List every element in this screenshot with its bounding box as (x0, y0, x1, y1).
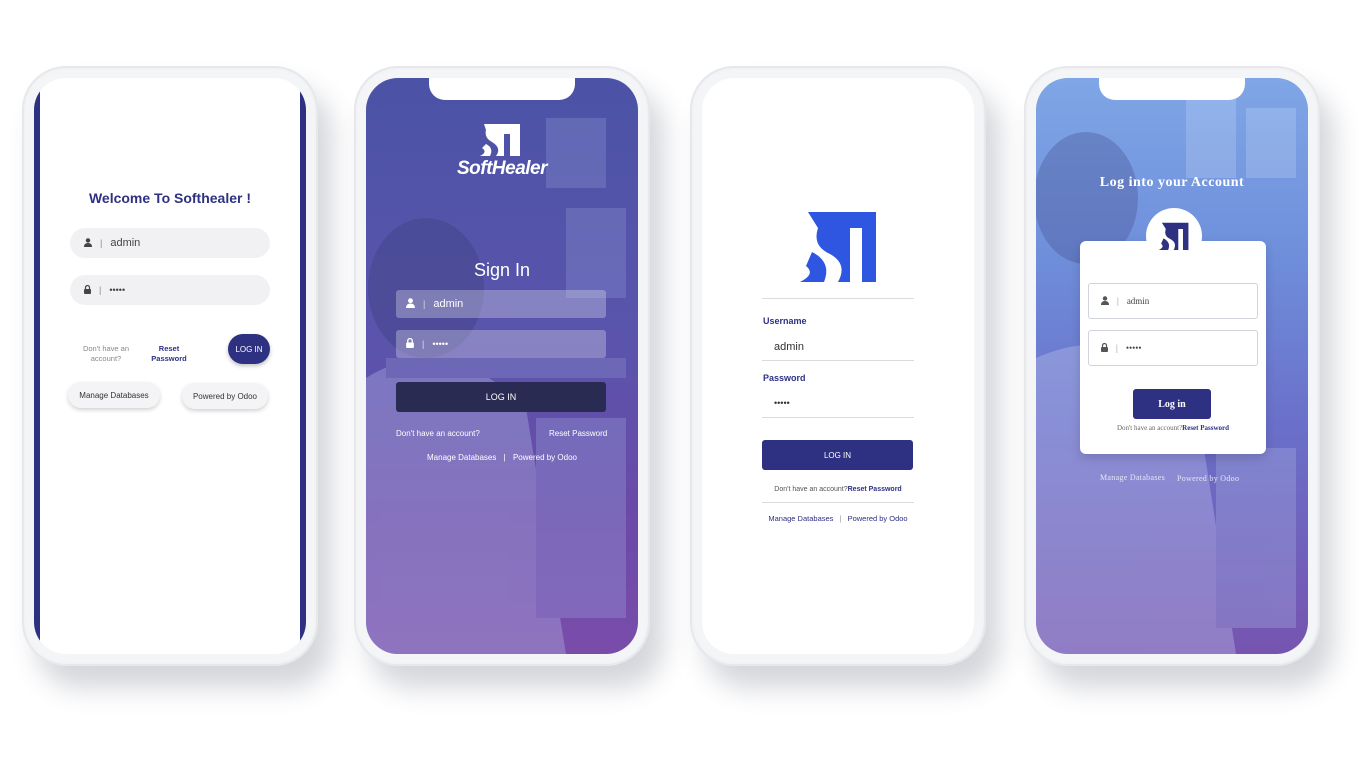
account-links: Don't have an account?Reset Password (1080, 424, 1266, 432)
separator: | (100, 238, 103, 248)
no-account-link[interactable]: Don't have an account? (396, 429, 480, 438)
user-icon (406, 298, 415, 310)
lock-icon (406, 337, 414, 350)
screen: SoftHealer Sign In | admin | ••••• LOG I… (366, 78, 638, 654)
left-border (34, 78, 40, 654)
screen: Username admin Password ••••• LOG IN Don… (702, 78, 974, 654)
lock-icon (84, 284, 91, 296)
password-underline (762, 417, 914, 418)
password-input[interactable]: | ••••• (396, 330, 606, 358)
separator: | (423, 299, 426, 309)
separator: | (839, 514, 842, 523)
phone-notch (1099, 78, 1245, 100)
reset-password-link[interactable]: Reset Password (1182, 424, 1229, 432)
log-into-account-title: Log into your Account (1099, 175, 1245, 190)
reset-password-link[interactable]: Reset Password (549, 429, 607, 438)
password-value: ••••• (432, 339, 449, 349)
account-links: Don't have an account?Reset Password (742, 486, 934, 493)
login-button[interactable]: LOG IN (762, 440, 913, 470)
separator: | (503, 453, 506, 462)
manage-databases-button[interactable]: Manage Databases (68, 382, 160, 408)
powered-by-odoo-button[interactable]: Powered by Odoo (182, 383, 268, 409)
welcome-title: Welcome To Softhealer ! (88, 190, 252, 206)
sign-in-title: Sign In (473, 260, 531, 280)
username-value: admin (433, 298, 464, 310)
phone-mockup-welcome: Welcome To Softhealer ! | admin | ••••• … (22, 66, 318, 666)
login-button[interactable]: LOG IN (228, 334, 270, 364)
divider (762, 298, 914, 299)
phone-mockup-log-into-account: Log into your Account | admin | ••••• Lo… (1024, 66, 1320, 666)
username-value: admin (110, 237, 141, 249)
logo-badge (1146, 208, 1202, 264)
phone-notch (97, 78, 243, 100)
username-input[interactable]: | admin (1088, 283, 1258, 319)
separator: | (422, 339, 425, 349)
password-input[interactable]: | ••••• (1088, 330, 1258, 366)
no-account-text: Don't have an account? (774, 486, 848, 493)
footer-links: Manage Databases | Powered by Odoo (386, 453, 618, 462)
softhealer-logo-icon (470, 120, 534, 160)
password-input[interactable]: | ••••• (70, 275, 270, 305)
no-account-text: Don't have an account? (82, 344, 130, 363)
manage-databases-link[interactable]: Manage Databases (768, 514, 833, 523)
login-button[interactable]: Log in (1133, 389, 1211, 419)
separator: | (99, 285, 102, 295)
user-icon (84, 237, 92, 249)
username-value: admin (1126, 296, 1150, 306)
powered-by-odoo-link[interactable]: Powered by Odoo (513, 453, 577, 462)
softhealer-logo-text: SoftHealer (456, 158, 548, 179)
phone-mockup-username-form: Username admin Password ••••• LOG IN Don… (690, 66, 986, 666)
separator: | (1117, 296, 1119, 306)
softhealer-logo-icon (1158, 222, 1189, 251)
username-label: Username (763, 316, 807, 326)
reset-password-link[interactable]: Reset Password (146, 344, 192, 364)
password-value: ••••• (1125, 343, 1142, 353)
manage-databases-link[interactable]: Manage Databases (427, 453, 496, 462)
lock-icon (1101, 342, 1108, 354)
screen: Log into your Account | admin | ••••• Lo… (1036, 78, 1308, 654)
reset-password-link[interactable]: Reset Password (848, 486, 902, 493)
login-button[interactable]: LOG IN (396, 382, 606, 412)
username-input[interactable]: admin (774, 341, 804, 353)
right-border (300, 78, 306, 654)
no-account-text: Don't have an account? (1116, 424, 1183, 432)
divider (762, 502, 914, 503)
softhealer-logo-icon (798, 208, 880, 284)
username-input[interactable]: | admin (70, 228, 270, 258)
password-value: ••••• (109, 285, 126, 295)
username-input[interactable]: | admin (396, 290, 606, 318)
powered-by-odoo-link[interactable]: Powered by Odoo (848, 514, 908, 523)
phone-notch (429, 78, 575, 100)
manage-databases-link[interactable]: Manage Databases (1100, 473, 1165, 482)
phone-mockup-sign-in: SoftHealer Sign In | admin | ••••• LOG I… (354, 66, 650, 666)
separator: | (1116, 343, 1118, 353)
powered-by-odoo-link[interactable]: Powered by Odoo (1177, 474, 1239, 483)
user-icon (1101, 295, 1109, 307)
password-input[interactable]: ••••• (774, 398, 790, 408)
password-label: Password (763, 373, 806, 383)
username-underline (762, 360, 914, 361)
screen: Welcome To Softhealer ! | admin | ••••• … (34, 78, 306, 654)
footer-links: Manage Databases | Powered by Odoo (732, 514, 944, 523)
